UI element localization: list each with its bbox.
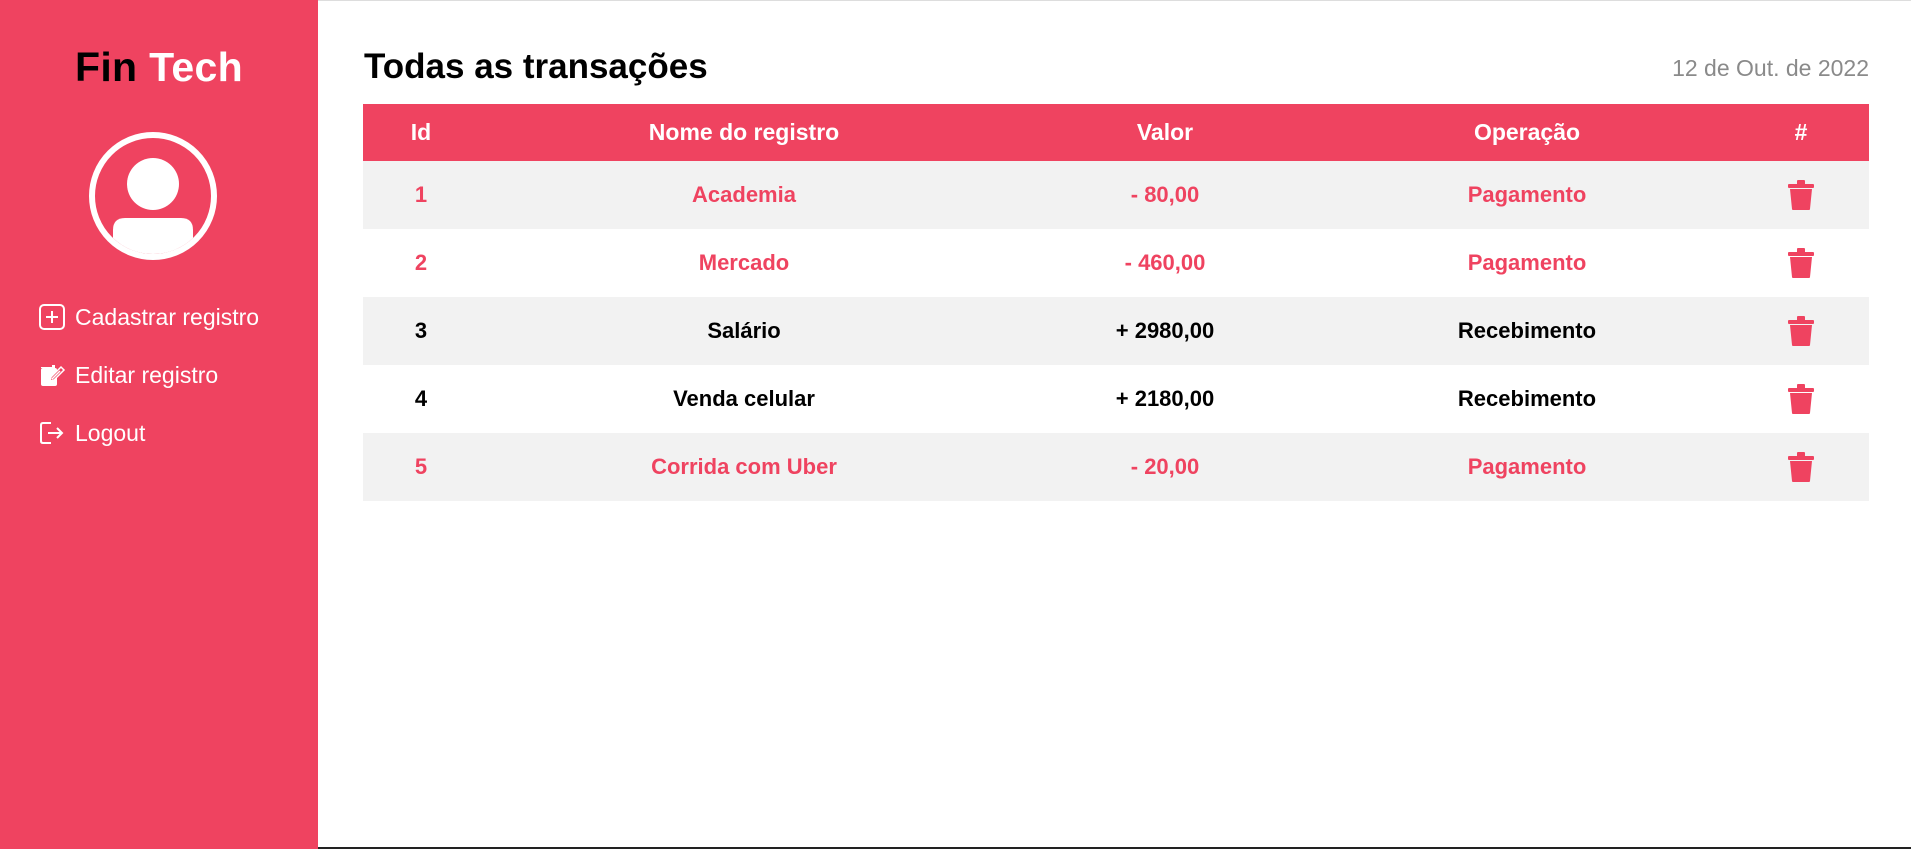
current-date: 12 de Out. de 2022 [1672,55,1869,81]
table-row: 5 Corrida com Uber - 20,00 Pagamento [363,433,1869,501]
cell-operation: Pagamento [1321,161,1733,229]
transactions-table: Id Nome do registro Valor Operação # 1 A… [363,104,1869,501]
header-value: Valor [1009,104,1321,161]
cell-actions [1733,433,1869,501]
menu-item-label: Cadastrar registro [75,303,260,330]
cell-value: - 20,00 [1009,433,1321,501]
delete-trash-icon[interactable] [1788,316,1814,346]
menu-item-label: Logout [75,419,146,446]
menu-item-editar-registro[interactable]: Editar registro [38,360,259,390]
menu-item-label: Editar registro [75,361,219,388]
header-operation: Operação [1321,104,1733,161]
cell-id: 3 [363,297,479,365]
table-row: 2 Mercado - 460,00 Pagamento [363,229,1869,297]
edit-document-icon [38,361,66,389]
cell-value: - 460,00 [1009,229,1321,297]
cell-actions [1733,229,1869,297]
cell-actions [1733,161,1869,229]
cell-id: 4 [363,365,479,433]
header-name: Nome do registro [479,104,1009,161]
header-id: Id [363,104,479,161]
cell-name: Corrida com Uber [479,433,1009,501]
cell-id: 2 [363,229,479,297]
cell-operation: Recebimento [1321,297,1733,365]
cell-value: + 2180,00 [1009,365,1321,433]
delete-trash-icon[interactable] [1788,452,1814,482]
avatar [89,132,217,260]
brand-logo: Fin Tech [0,44,318,91]
table-row: 4 Venda celular + 2180,00 Recebimento [363,365,1869,433]
cell-value: + 2980,00 [1009,297,1321,365]
brand-fin: Fin [75,44,138,90]
cell-name: Mercado [479,229,1009,297]
cell-name: Academia [479,161,1009,229]
delete-trash-icon[interactable] [1788,248,1814,278]
sidebar: Fin Tech Cadastrar registro Editar regis… [0,0,318,849]
cell-name: Venda celular [479,365,1009,433]
user-avatar-icon [113,158,193,254]
logout-icon [38,419,66,447]
cell-value: - 80,00 [1009,161,1321,229]
table-header-row: Id Nome do registro Valor Operação # [363,104,1869,161]
cell-actions [1733,297,1869,365]
cell-operation: Pagamento [1321,433,1733,501]
brand-tech: Tech [149,44,243,90]
cell-name: Salário [479,297,1009,365]
delete-trash-icon[interactable] [1788,384,1814,414]
cell-operation: Recebimento [1321,365,1733,433]
table-row: 1 Academia - 80,00 Pagamento [363,161,1869,229]
cell-actions [1733,365,1869,433]
cell-id: 5 [363,433,479,501]
menu-item-cadastrar-registro[interactable]: Cadastrar registro [38,302,259,332]
plus-square-icon [38,303,66,331]
delete-trash-icon[interactable] [1788,180,1814,210]
sidebar-menu: Cadastrar registro Editar registro Logou… [38,302,259,476]
cell-operation: Pagamento [1321,229,1733,297]
page-title: Todas as transações [364,47,708,86]
table-row: 3 Salário + 2980,00 Recebimento [363,297,1869,365]
menu-item-logout[interactable]: Logout [38,418,259,448]
main-content: Todas as transações 12 de Out. de 2022 I… [318,0,1911,849]
cell-id: 1 [363,161,479,229]
header-actions: # [1733,104,1869,161]
